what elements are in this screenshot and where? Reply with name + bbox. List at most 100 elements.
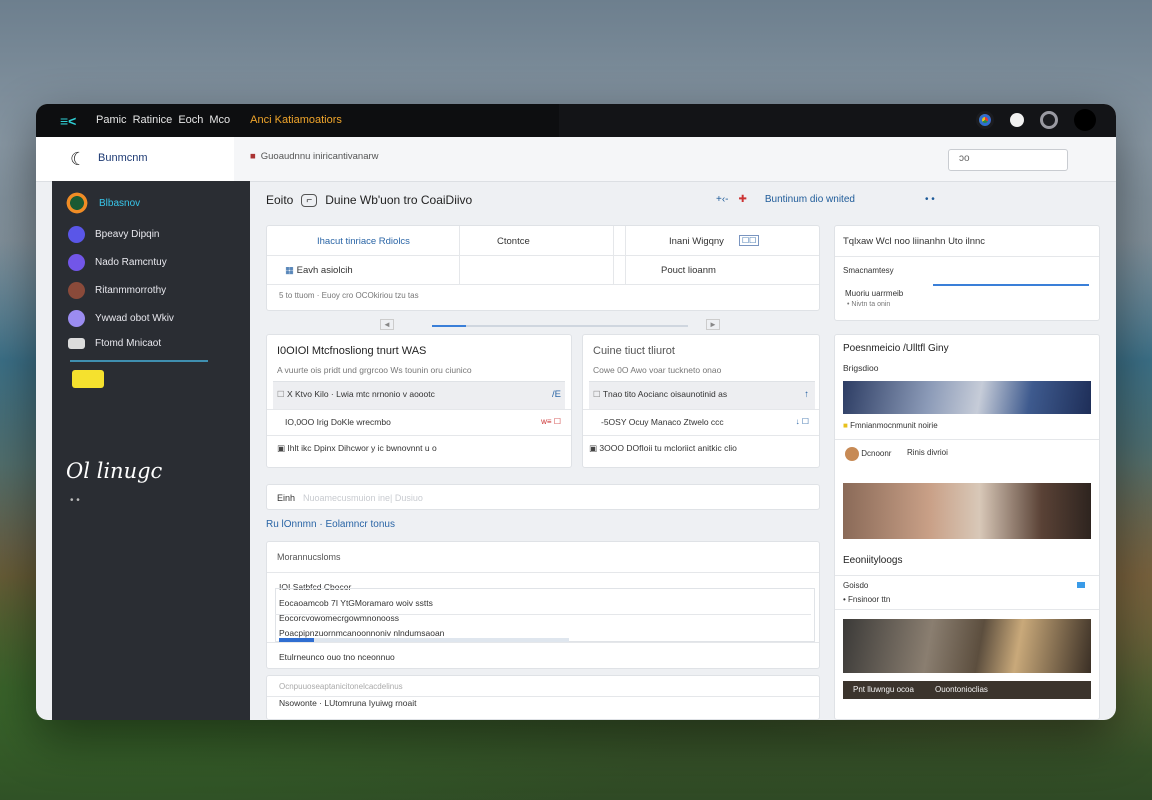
task-row-text[interactable]: -5OSY Ocuy Manaco Ztwelo ccc <box>601 417 724 427</box>
gallery-toggle[interactable] <box>1077 582 1085 588</box>
gallery-caption-text: Fmnianmocnmunit noirie <box>850 421 938 430</box>
sidebar-badge[interactable] <box>72 370 104 388</box>
gallery-caption-bar: Pnt lluwngu ocoa Ouontonioclias <box>843 681 1091 699</box>
section-link[interactable]: Ru lOnnmn · Eolamncr tonus <box>266 519 395 530</box>
task-row-text: ▣ 3OOO DOfIoii tu mcloriict anitkic clio <box>589 443 737 454</box>
chrome-icon[interactable] <box>976 111 994 129</box>
summary-col1-head[interactable]: Ihacut tinriace Rdiolcs <box>317 236 410 247</box>
task-row-flag[interactable]: /E <box>552 389 561 400</box>
pager-thumb[interactable] <box>432 325 466 327</box>
summary-badge[interactable]: ☐☐ <box>739 235 760 246</box>
actions-link[interactable]: Buntinum dio wnited <box>765 194 855 205</box>
gallery-image[interactable] <box>843 483 1091 539</box>
top-nav-item[interactable]: Pamic <box>96 114 127 126</box>
task-row-text[interactable]: IO,0OO Irig DoKle wrecmbo <box>285 417 391 427</box>
breadcrumb-text[interactable]: Guoaudnnu iniricantivanarw <box>261 151 379 162</box>
gallery-image[interactable] <box>843 381 1091 414</box>
toolbar-icons <box>976 109 1096 131</box>
more-icon[interactable]: • • <box>925 194 935 205</box>
app-window: ≡< Pamic Ratinice Eoch Mco Anci Katiamoa… <box>36 104 1116 720</box>
settings-card-sublabel: Muoriu uarrmeib <box>845 289 904 298</box>
table-row[interactable]: Eocaoamcob 7I YtGMoramaro woiv sstts <box>279 598 433 608</box>
add-icon[interactable]: ✚ <box>739 194 747 205</box>
star-icon: ■ <box>843 421 851 430</box>
task-row-flag[interactable]: ↓ ☐ <box>796 417 809 426</box>
top-nav-accent[interactable]: Anci Katiamoatiors <box>250 114 342 126</box>
search-input[interactable]: ͻo <box>948 149 1068 171</box>
task-row-flag[interactable]: w≡ ☐ <box>541 417 561 426</box>
settings-card-sublabel2: • Nivtn ta onin <box>847 301 891 308</box>
sidebar-item-label: Nado Ramcntuy <box>95 257 167 268</box>
settings-card-label: Smacnamtesy <box>843 266 894 275</box>
sidebar-item-0[interactable]: Blbasnov <box>65 191 140 215</box>
sidebar-item-4[interactable]: Ywwad obot Wkiv <box>68 310 174 327</box>
gallery-sub: Brigsdioo <box>843 363 879 373</box>
filter-bar[interactable]: Einh Nuoamecusmuion ine| Dusiuo <box>266 484 820 510</box>
task-row-flag[interactable]: ↑ <box>804 389 809 400</box>
folder-icon: ■ <box>250 151 256 162</box>
summary-col1-row-text: Eavh asiolcih <box>296 265 353 276</box>
sidebar-item-3[interactable]: Ritanmmorrothy <box>68 282 166 299</box>
chart-icon: ▦ <box>285 265 297 276</box>
page-title-text: Eoito <box>266 193 294 207</box>
sidebar-item-2[interactable]: Nado Ramcntuy <box>68 254 167 271</box>
table-title: Morannucsloms <box>277 552 341 562</box>
top-nav-item[interactable]: Eoch <box>178 114 203 126</box>
task-card-sub: A vuurte ois pridt und grgrcoo Ws tounin… <box>277 365 472 375</box>
pager: ◄ ► <box>380 319 720 331</box>
sidebar-item-icon <box>68 282 85 299</box>
main-content: Eoito ⌐ Duine Wb'uon tro CoaiDiivo +‹- ✚… <box>250 181 1116 720</box>
filter-label: Einh <box>277 493 296 503</box>
person-name: Dcnoonr <box>861 449 892 459</box>
checkbox-icon[interactable]: ☐ <box>277 389 287 399</box>
sidebar-item-5[interactable]: Ftomd Mnicaot <box>68 338 161 349</box>
table-row[interactable]: Eocorcvowomecrgowmnonooss <box>279 613 399 623</box>
task-row-text-value: Ihlt ikc Dpinx Dihcwor y ic bwnovnnt u o <box>287 443 437 453</box>
sub-table: Ocnpuuoseaptanicitonelcacdelinus Nsowont… <box>266 675 820 720</box>
sidebar: Blbasnov Bpeavy Dipqin Nado Ramcntuy Rit… <box>52 181 250 720</box>
sidebar-subtext: • • <box>70 495 80 506</box>
settings-card-input[interactable] <box>933 284 1089 314</box>
search-placeholder: ͻo <box>959 153 970 164</box>
sidebar-item-icon <box>68 226 85 243</box>
brand: ☾ Bunmcnm <box>36 137 234 181</box>
summary-col3-head: Inani Wigqny <box>669 236 724 247</box>
sub-table-head: Ocnpuuoseaptanicitonelcacdelinus <box>279 682 403 691</box>
task-card-sub: Cowe 0O Awo voar tuckneto onao <box>593 365 722 375</box>
top-nav-item[interactable]: Mco <box>209 114 230 126</box>
pager-track[interactable] <box>432 325 688 327</box>
data-table: Morannucsloms IOI Satbfcd Cbocor Eocaoam… <box>266 541 820 669</box>
avatar[interactable] <box>1074 109 1096 131</box>
sidebar-item-label: Ritanmmorrothy <box>95 285 167 296</box>
expand-icon[interactable]: +‹- <box>716 194 729 205</box>
pager-next[interactable]: ► <box>706 319 720 330</box>
summary-foot: 5 to ttuom · Euoy cro OCOkiriou tzu tas <box>279 291 419 300</box>
task-card-title: Cuine tiuct tliurot <box>593 345 675 357</box>
top-nav-item[interactable]: Ratinice <box>133 114 173 126</box>
brand-name[interactable]: Bunmcnm <box>98 152 148 164</box>
breadcrumb: ■ Guoaudnnu iniricantivanarw <box>250 151 379 162</box>
header-bar: ☾ Bunmcnm ■ Guoaudnnu iniricantivanarw ͻo <box>36 137 1116 182</box>
page-title: Eoito ⌐ Duine Wb'uon tro CoaiDiivo <box>266 193 472 207</box>
gallery-person[interactable]: Dcnoonr <box>845 447 891 461</box>
pager-prev[interactable]: ◄ <box>380 319 394 330</box>
page-title-button[interactable]: ⌐ <box>301 193 318 207</box>
gallery-label: • Fnsinoor ttn <box>843 595 891 604</box>
gallery-card: Poesnmeicio /Ulltfl Giny Brigsdioo ■ Fmn… <box>834 334 1100 720</box>
profile-icon[interactable] <box>1010 113 1024 127</box>
sub-table-row[interactable]: Nsowonte · LUtomruna Iyuiwg rnoait <box>279 698 416 708</box>
sidebar-item-1[interactable]: Bpeavy Dipqin <box>68 226 159 243</box>
task-row-text-value: 3OOO DOfIoii tu mcloriict anitkic clio <box>599 443 737 453</box>
gallery-image[interactable] <box>843 619 1091 673</box>
sidebar-item-icon <box>65 191 89 215</box>
settings-icon[interactable] <box>1040 111 1058 129</box>
page-title-rest: Duine Wb'uon tro CoaiDiivo <box>325 193 473 207</box>
sidebar-item-icon <box>68 338 85 349</box>
gallery-title: Poesnmeicio /Ulltfl Giny <box>843 343 949 354</box>
sidebar-item-label: Ywwad obot Wkiv <box>95 313 174 324</box>
gallery-title2: Eeoniityloogs <box>843 555 903 566</box>
avatar <box>845 447 859 461</box>
app-logo-icon[interactable]: ≡< <box>60 113 76 129</box>
table-row[interactable]: Poacpipnzuornmcanoonnoniv nlndumsaoan <box>279 628 444 638</box>
checkbox-icon[interactable]: ☐ <box>593 389 603 399</box>
